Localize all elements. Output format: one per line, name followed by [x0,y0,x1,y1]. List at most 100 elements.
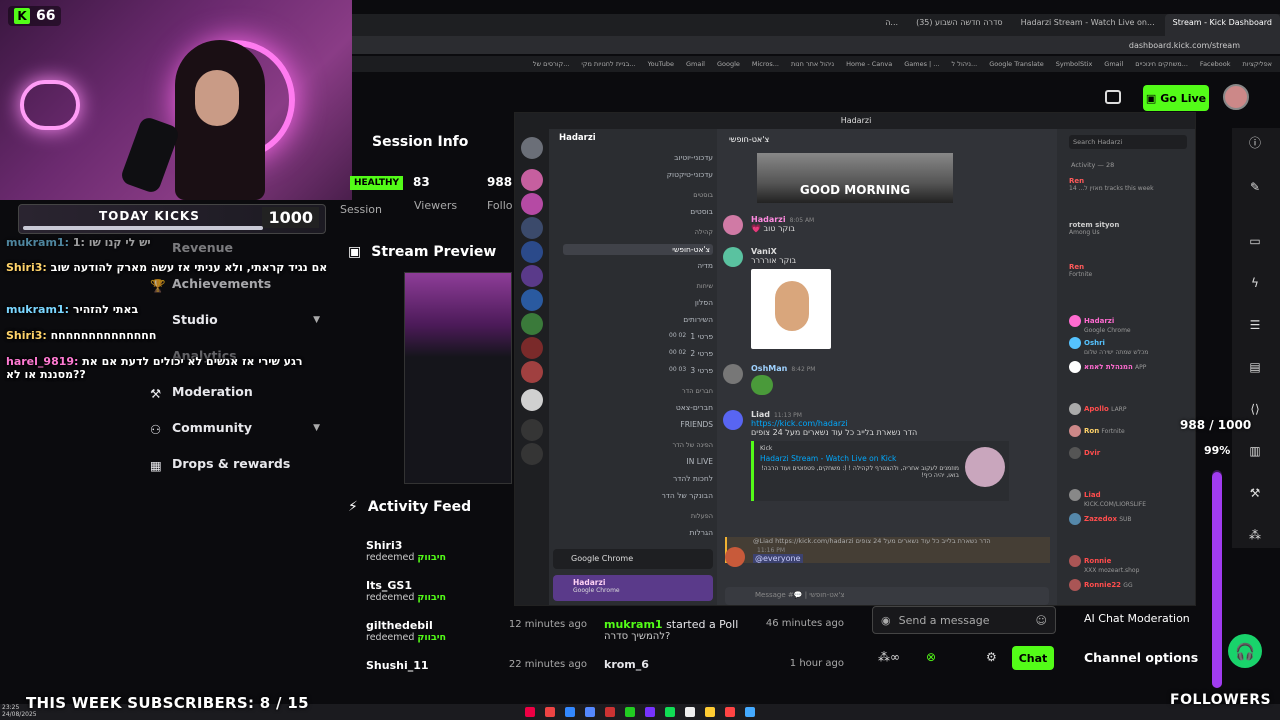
message-author[interactable]: VaniX [751,247,777,256]
taskbar-app-icon[interactable] [745,707,755,717]
bookmark[interactable]: בניית לחנויות מקי... [581,60,635,68]
browser-tab[interactable]: סדרה חדשה השבוע (35) [908,14,1011,36]
wrench-icon[interactable]: ⚒ [1248,486,1262,500]
message-author[interactable]: OshMan [751,364,787,373]
server-icon[interactable] [521,289,543,311]
taskbar-app-icon[interactable] [565,707,575,717]
bookmark[interactable]: Facebook [1200,60,1231,68]
channel-item[interactable]: חברים-צאט [563,403,713,412]
server-icon[interactable] [521,193,543,215]
bookmark[interactable]: קורסים של... [533,60,570,68]
member-item[interactable]: Dvir [1069,447,1193,459]
channel-item[interactable]: מדיה [563,261,713,270]
bookmark[interactable]: Google [717,60,740,68]
channel-item-selected[interactable]: צ'אט-חופשי [563,244,713,255]
network-icon[interactable]: ⁂ [1248,528,1262,542]
bookmark[interactable]: SymbolStix [1056,60,1093,68]
browser-tab[interactable]: Hadarzi Stream - Watch Live on... [1013,14,1163,36]
browser-tab-active[interactable]: Stream - Kick Dashboard [1164,14,1280,36]
member-item[interactable]: Hadarzi Google Chrome [1069,315,1193,334]
member-item[interactable]: Ronnie XXX mozeart.shop [1069,555,1193,574]
browser-tab[interactable]: ה... [877,14,906,36]
bookmark[interactable]: משחקים חינוכיים... [1135,60,1188,68]
channel-item[interactable]: עדכוני-טיקטוק [563,170,713,179]
channel-category[interactable]: הפעלות [563,512,713,520]
taskbar-app-icon[interactable] [605,707,615,717]
member-item[interactable]: Zazedox SUB [1069,513,1193,525]
member-item[interactable]: Oshri מכלש שמתה ישירה שלום [1069,337,1193,356]
avatar[interactable] [723,364,743,384]
taskbar-app-icon[interactable] [625,707,635,717]
member-item[interactable]: Ronnie22 GG [1069,579,1193,591]
activity-item[interactable]: Ren Fortnite [1069,263,1193,278]
chrome-activity-popup[interactable]: Google Chrome [553,549,713,569]
avatar[interactable] [723,247,743,267]
voice-channel[interactable]: פרטי 3 [563,366,713,375]
emote-icon[interactable]: ⁂∞ [878,650,900,664]
server-icon[interactable] [521,361,543,383]
go-live-button[interactable]: ▣ Go Live [1143,85,1209,111]
reply-preview[interactable]: @Liad https://kick.com/hadarzi הדר נשארת… [753,537,1050,545]
server-icon[interactable] [521,389,543,411]
channel-category[interactable]: קהילה [563,228,713,236]
bookmark[interactable]: Gmail [686,60,705,68]
explore-icon[interactable] [521,443,543,465]
bookmark[interactable]: Games | ... [904,60,939,68]
activity-item[interactable]: rotem sityon Among Us [1069,221,1193,236]
message-author[interactable]: Liad [751,410,770,419]
code-icon[interactable]: ⟨⟩ [1248,402,1262,416]
channel-category[interactable]: הפינה של הדר [563,441,713,449]
avatar[interactable] [725,547,745,567]
member-item[interactable]: המנהלת לאמא APP [1069,361,1193,373]
embed-title[interactable]: Hadarzi Stream - Watch Live on Kick [760,454,959,463]
chat-icon[interactable]: ▤ [1248,360,1262,374]
member-item[interactable]: Apollo LARP [1069,403,1193,415]
taskbar-app-icon[interactable] [645,707,655,717]
channel-category[interactable]: שיחות [563,282,713,290]
bolt-icon[interactable]: ϟ [1248,276,1262,290]
activity-item[interactable]: Ren מאזין ל... 14 tracks this week [1069,177,1193,192]
message-link[interactable]: https://kick.com/hadarzi [751,419,1050,428]
server-icon[interactable] [521,169,543,191]
layout-icon[interactable]: ▥ [1248,444,1262,458]
channel-item[interactable]: עדכוני-יוטיוב [563,153,713,162]
server-icon[interactable] [521,241,543,263]
channel-item[interactable]: הגרלות [563,528,713,537]
list-icon[interactable]: ☰ [1248,318,1262,332]
add-server-icon[interactable] [521,419,543,441]
headset-icon[interactable]: 🎧 [1228,634,1262,668]
bookmark[interactable]: אפליקציות [1242,60,1272,68]
channel-item[interactable]: לחכות להדר [563,474,713,483]
message-author[interactable]: Hadarzi [751,215,786,224]
guild-name[interactable]: Hadarzi [559,133,596,143]
chat-send-button[interactable]: Chat [1012,646,1054,670]
server-icon[interactable] [521,137,543,159]
avatar[interactable] [1223,84,1249,110]
channel-category[interactable]: בוסטים [563,191,713,199]
feed-user[interactable]: krom_6 [604,658,649,671]
channel-item[interactable]: FRIENDS [563,420,713,429]
bookmark[interactable]: Home - Canva [846,60,892,68]
channel-item[interactable]: בוסטים [563,207,713,216]
channel-item[interactable]: הבונקר של הדר [563,491,713,500]
camera-icon[interactable] [1105,90,1121,104]
kick-emote-icon[interactable]: ⊗ [926,650,936,664]
emoji-icon[interactable]: ☺ [1036,614,1047,627]
bookmark[interactable]: YouTube [648,60,674,68]
taskbar-app-icon[interactable] [545,707,555,717]
channel-item[interactable]: IN LIVE [563,457,713,466]
pen-icon[interactable]: ✎ [1248,180,1262,194]
avatar[interactable] [723,410,743,430]
bookmark[interactable]: Gmail [1104,60,1123,68]
address-bar[interactable]: dashboard.kick.com/stream [352,36,1280,54]
bookmark[interactable]: Micros... [752,60,779,68]
poll-user[interactable]: mukram1 [604,618,663,631]
taskbar-app-icon[interactable] [725,707,735,717]
avatar[interactable] [723,215,743,235]
gear-icon[interactable]: ⚙ [986,650,997,664]
everyone-mention[interactable]: @everyone [753,554,803,563]
member-item[interactable]: Ron Fortnite [1069,425,1193,437]
chat-input[interactable]: ◉ Send a message ☺ [872,606,1056,634]
voice-channel[interactable]: פרטי 1 [563,332,713,341]
nav-community[interactable]: ⚇ Community ▼ [150,420,320,437]
